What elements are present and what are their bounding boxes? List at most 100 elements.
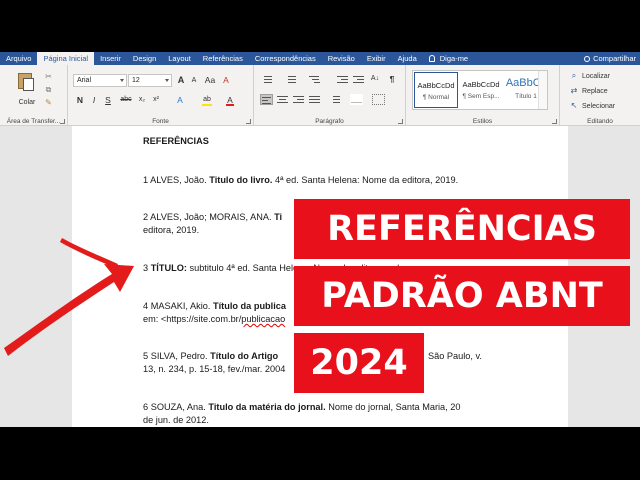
- tab-layout[interactable]: Layout: [162, 52, 197, 65]
- tell-me-label: Diga-me: [439, 54, 469, 63]
- tab-revisao[interactable]: Revisão: [322, 52, 361, 65]
- replace-button[interactable]: ⇄ Replace: [570, 87, 608, 95]
- paragraph-launcher-icon[interactable]: [398, 119, 403, 124]
- tell-me-box[interactable]: Diga-me: [423, 52, 474, 65]
- paste-button[interactable]: Colar: [14, 71, 38, 111]
- style-sample: AaBbCcDd: [417, 81, 455, 90]
- replace-icon: ⇄: [570, 86, 578, 95]
- style-sample: AaBbCcDd: [462, 80, 500, 89]
- tab-correspondencias[interactable]: Correspondências: [249, 52, 322, 65]
- style-no-spacing[interactable]: AaBbCcDd ¶ Sem Esp...: [459, 72, 503, 108]
- grow-font-button[interactable]: A: [175, 74, 187, 86]
- select-button[interactable]: ↖ Selecionar: [570, 102, 615, 110]
- numbering-icon[interactable]: [284, 74, 297, 85]
- letterbox-bottom: [0, 427, 640, 480]
- references-heading: REFERÊNCIAS: [143, 136, 209, 146]
- multilevel-list-icon[interactable]: [308, 74, 321, 85]
- underline-button[interactable]: S: [102, 94, 114, 106]
- justify-icon[interactable]: [308, 94, 321, 105]
- style-name: ¶ Normal: [422, 94, 450, 101]
- format-painter-icon[interactable]: ✎: [44, 99, 53, 107]
- shrink-font-button[interactable]: A: [188, 75, 200, 87]
- font-group-label: Fonte: [152, 118, 169, 125]
- italic-button[interactable]: I: [88, 94, 100, 106]
- reference-5: 5 SILVA, Pedro. Título do Artigo: [143, 351, 279, 361]
- tab-exibir[interactable]: Exibir: [361, 52, 392, 65]
- paper-icon: [23, 78, 34, 91]
- styles-scroll[interactable]: [538, 71, 547, 109]
- bullets-icon[interactable]: [260, 74, 273, 85]
- highlight-button[interactable]: ab: [200, 94, 214, 106]
- cut-icon[interactable]: ✂: [44, 73, 53, 81]
- clipboard-launcher-icon[interactable]: [60, 119, 65, 124]
- align-left-icon[interactable]: [260, 94, 273, 105]
- tab-referencias[interactable]: Referências: [197, 52, 249, 65]
- tab-inserir[interactable]: Inserir: [94, 52, 127, 65]
- chevron-down-icon: [120, 79, 124, 82]
- borders-icon[interactable]: [372, 94, 385, 105]
- screenshot: Arquivo Página Inicial Inserir Design La…: [0, 0, 640, 480]
- tab-ajuda[interactable]: Ajuda: [392, 52, 423, 65]
- clipboard-group-label: Área de Transfer...: [6, 118, 61, 125]
- paragraph-group-label: Parágrafo: [315, 118, 344, 125]
- style-name: ¶ Sem Esp...: [462, 93, 500, 100]
- styles-gallery: AaBbCcDd ¶ Normal AaBbCcDd ¶ Sem Esp... …: [412, 70, 548, 110]
- font-size-value: 12: [132, 77, 140, 84]
- lightbulb-icon: [428, 55, 435, 62]
- font-group: Arial 12 A A Aa A N I S abc x₂ x² A ab A: [68, 65, 254, 126]
- clear-formatting-button[interactable]: A: [220, 74, 232, 86]
- paste-label: Colar: [18, 99, 36, 106]
- line-spacing-icon[interactable]: [328, 94, 341, 105]
- reference-4: 4 MASAKI, Akio. Título da publica: [143, 301, 286, 311]
- red-arrow-icon: [4, 238, 134, 356]
- bold-button[interactable]: N: [74, 94, 86, 106]
- font-color-button[interactable]: A: [224, 94, 236, 106]
- reference-2-line2: editora, 2019.: [143, 225, 200, 235]
- superscript-button[interactable]: x²: [150, 94, 162, 106]
- ribbon-tabs: Arquivo Página Inicial Inserir Design La…: [0, 52, 640, 65]
- text-effects-button[interactable]: A: [174, 94, 186, 106]
- reference-6: 6 SOUZA, Ana. Titulo da matéria do jorna…: [143, 402, 461, 412]
- reference-4-line2: em: <https://site.com.br/publicacao: [143, 314, 286, 324]
- tab-design[interactable]: Design: [127, 52, 162, 65]
- font-name-select[interactable]: Arial: [73, 74, 127, 87]
- shading-icon[interactable]: [350, 94, 363, 105]
- align-center-icon[interactable]: [276, 94, 289, 105]
- reference-5-line2: 13, n. 234, p. 15-18, fev./mar. 2004: [143, 364, 286, 374]
- replace-label: Replace: [582, 87, 608, 95]
- person-icon: [584, 55, 591, 62]
- subscript-button[interactable]: x₂: [136, 94, 148, 106]
- find-button[interactable]: ⌕ Localizar: [570, 72, 610, 80]
- change-case-button[interactable]: Aa: [202, 74, 218, 86]
- share-button[interactable]: Compartilhar: [584, 52, 636, 65]
- show-marks-button[interactable]: ¶: [386, 73, 398, 85]
- styles-group-label: Estilos: [472, 118, 493, 125]
- copy-icon[interactable]: ⧉: [44, 86, 53, 94]
- tab-pagina-inicial[interactable]: Página Inicial: [37, 52, 95, 65]
- editing-group-label: Editando: [587, 118, 613, 125]
- select-label: Selecionar: [582, 102, 616, 110]
- style-normal[interactable]: AaBbCcDd ¶ Normal: [414, 72, 458, 108]
- search-icon: ⌕: [571, 71, 577, 80]
- decrease-indent-icon[interactable]: [336, 74, 349, 85]
- font-size-select[interactable]: 12: [128, 74, 172, 87]
- reference-6-line2: de jun. de 2012.: [143, 415, 209, 425]
- banner-padrao-abnt: PADRÃO ABNT: [294, 266, 630, 326]
- reference-5-right: São Paulo, v.: [428, 351, 482, 361]
- styles-launcher-icon[interactable]: [552, 119, 557, 124]
- font-launcher-icon[interactable]: [246, 119, 251, 124]
- share-label: Compartilhar: [593, 54, 636, 63]
- ribbon: Colar ✂ ⧉ ✎ Área de Transfer... Arial 12…: [0, 65, 640, 126]
- reference-2: 2 ALVES, João; MORAIS, ANA. Ti: [143, 212, 283, 222]
- sort-button[interactable]: A↓: [368, 73, 382, 85]
- paragraph-group: A↓ ¶ Parágrafo: [254, 65, 406, 126]
- font-name-value: Arial: [77, 77, 92, 84]
- find-label: Localizar: [582, 72, 611, 80]
- increase-indent-icon[interactable]: [352, 74, 365, 85]
- align-right-icon[interactable]: [292, 94, 305, 105]
- cursor-icon: ↖: [570, 101, 578, 110]
- reference-1: 1 ALVES, João. Titulo do livro. 4ª ed. S…: [143, 175, 459, 185]
- tab-arquivo[interactable]: Arquivo: [0, 52, 37, 65]
- clipboard-group: Colar ✂ ⧉ ✎ Área de Transfer...: [0, 65, 68, 126]
- strikethrough-button[interactable]: abc: [118, 94, 134, 106]
